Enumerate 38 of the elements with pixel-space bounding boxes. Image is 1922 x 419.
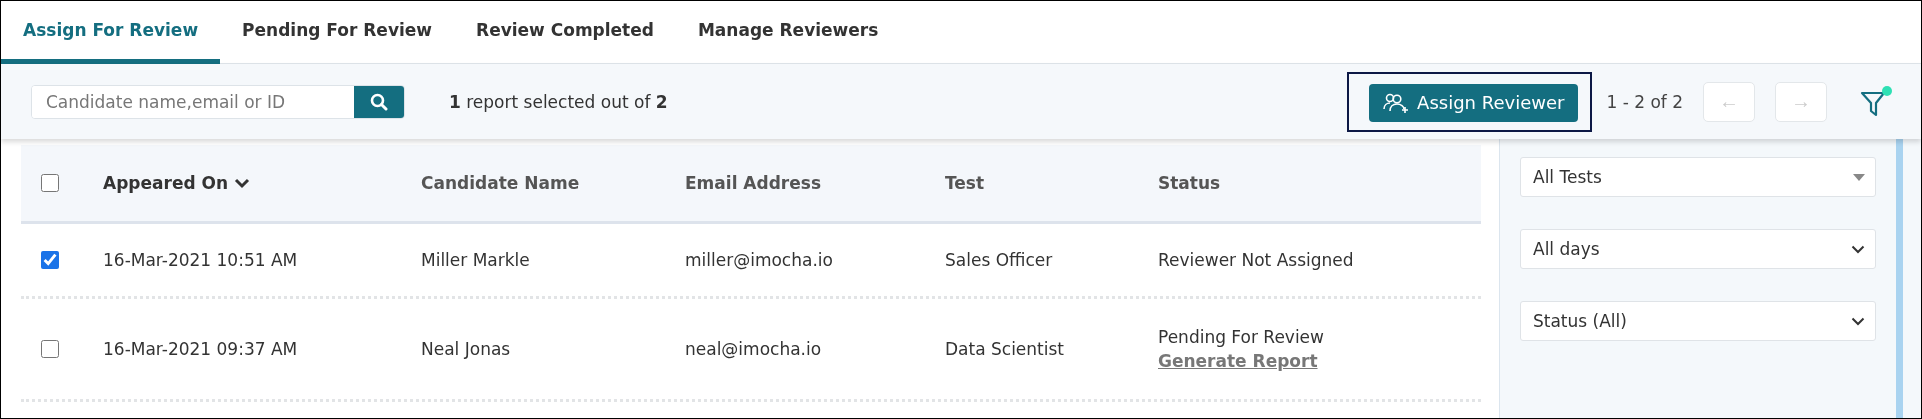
row-checkbox[interactable] [41, 340, 59, 358]
column-header[interactable]: Appeared On [103, 173, 421, 193]
chevron-down-icon [1851, 316, 1865, 326]
column-header[interactable]: Candidate Name [421, 173, 685, 193]
search-icon [370, 92, 388, 111]
table-cell-text: 16-Mar-2021 09:37 AM [103, 339, 299, 359]
dropdown-caret-icon [1853, 173, 1865, 181]
search-button[interactable] [354, 85, 404, 118]
column-header[interactable]: Status [1158, 173, 1481, 193]
chevron-down-icon [1851, 244, 1865, 254]
table-cell-text: 16-Mar-2021 10:51 AM [103, 250, 299, 270]
column-header[interactable]: Test [945, 173, 1158, 193]
sort-chevron-icon [234, 177, 251, 189]
row-checkbox[interactable] [41, 251, 59, 269]
table-cell-text: miller@imocha.io [685, 250, 834, 270]
select-all-checkbox[interactable] [41, 174, 59, 192]
page-range: 1 - 2 of 2 [1606, 91, 1683, 112]
tab[interactable]: Pending For Review [220, 1, 455, 64]
search-field[interactable]: Candidate name,email or ID [31, 84, 405, 119]
status-text: Reviewer Not Assigned [1158, 250, 1355, 270]
filter-dropdown[interactable]: All days [1520, 229, 1876, 269]
table-cell-text: Sales Officer [945, 250, 1054, 270]
assign-reviewer-button[interactable]: Assign Reviewer [1369, 83, 1579, 122]
tab[interactable]: Review Completed [454, 1, 676, 64]
selection-summary: 1 report selected out of 2 [449, 91, 668, 112]
filter-icon[interactable] [1859, 84, 1893, 119]
filter-dropdown[interactable]: All Tests [1520, 157, 1876, 197]
users-add-icon [1383, 92, 1410, 113]
scrollbar[interactable] [1896, 139, 1903, 418]
table-cell-text: Neal Jonas [421, 339, 512, 359]
table-cell-text: neal@imocha.io [685, 339, 823, 359]
tab[interactable]: Manage Reviewers [675, 1, 901, 64]
filter-dropdown[interactable]: Status (All) [1520, 301, 1876, 341]
generate-report-link[interactable]: Generate Report [1158, 351, 1481, 371]
table-cell-text: Miller Markle [421, 250, 531, 270]
column-header[interactable]: Email Address [685, 173, 945, 193]
table-cell-text: Data Scientist [945, 339, 1065, 359]
status-text: Pending For Review [1158, 327, 1325, 347]
